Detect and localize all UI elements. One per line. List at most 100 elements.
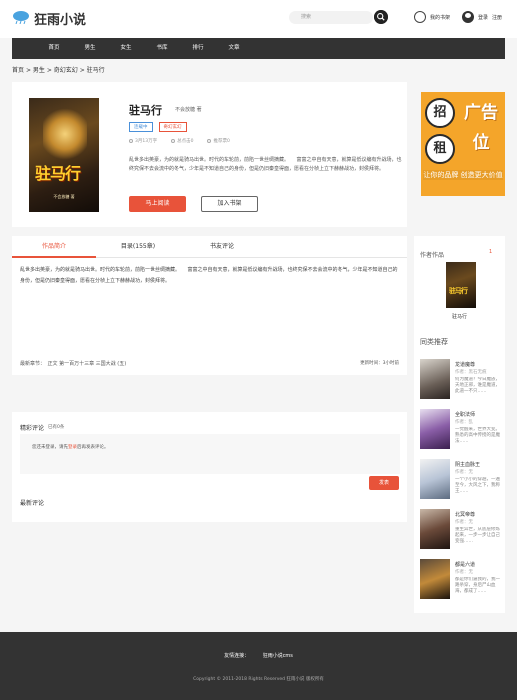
bookshelf-link[interactable]: 我的书架: [430, 14, 450, 21]
ad-slogan: 让你的品牌 创造更大价值: [423, 170, 503, 180]
cloud-icon[interactable]: [12, 10, 30, 24]
update-time: 更新时间：3小时前: [360, 361, 399, 366]
rec-cover[interactable]: [420, 459, 450, 499]
ad-char-1: 招: [425, 98, 455, 128]
tab-catalog[interactable]: 目录(155章): [96, 236, 180, 258]
author-works-panel: 作者作品 1 驻马行 驻马行: [414, 236, 505, 331]
comment-login-link[interactable]: 登录: [68, 445, 77, 450]
rec-cover[interactable]: [420, 409, 450, 449]
site-logo[interactable]: 狂雨小说: [34, 9, 86, 28]
breadcrumb: 首页 > 男生 > 奇幻玄幻 > 驻马行: [12, 65, 105, 74]
breadcrumb-category[interactable]: 奇幻玄幻: [54, 67, 78, 74]
book-author[interactable]: 不会放糖 著: [175, 106, 202, 113]
comments-section: 精彩评论 已有0条 您还未登录，请先登录后再发表评论。 发表 最新评论: [12, 412, 407, 522]
stat-votes: 推荐票0: [207, 138, 230, 144]
rec-item[interactable]: 阴主血脉王 作者：无 一个小小的穿越，一遍至今，大风之下，我称王……: [420, 459, 502, 503]
cover-author: 不会放糖 著: [53, 194, 75, 199]
nav-item-female[interactable]: 女生: [108, 38, 144, 59]
breadcrumb-separator: >: [25, 67, 31, 74]
search-input[interactable]: 搜索: [289, 11, 373, 24]
hint-suffix: 后再发表评论。: [77, 445, 109, 450]
book-stats: 3月13万字 总点击0 推荐票0: [129, 138, 230, 144]
footer-link[interactable]: 狂雨小说cms: [263, 653, 293, 659]
rec-desc: 何为魔道？今日魔族，天地正邪，谁是魔道，此道一不只……: [455, 377, 500, 394]
stat-text: 推荐票0: [213, 139, 230, 144]
latest-chapter-row: 最新章节： 正文 第一百万十三章 三国大战 (五) 更新时间：3小时前: [12, 352, 407, 374]
breadcrumb-section[interactable]: 男生: [33, 67, 45, 74]
cover-title: 驻马行: [35, 164, 81, 183]
rec-cover[interactable]: [420, 559, 450, 599]
comments-title: 精彩评论: [20, 425, 45, 432]
comments-hint: 您还未登录，请先登录后再发表评论。: [32, 444, 109, 450]
stat-word-count: 3月13万字: [129, 138, 157, 144]
rec-desc: 都是你们逼我的，我一路杀穿，身后尸山血海，都成了……: [455, 577, 500, 594]
rec-title[interactable]: 龙道魔尊: [455, 361, 475, 368]
rec-cover[interactable]: [420, 509, 450, 549]
rec-title[interactable]: 全职法师: [455, 411, 475, 418]
bookshelf-icon[interactable]: [414, 11, 426, 23]
book-intro-full: 乱世多出英豪，为的就是骑马出世。时代的车轮前，前陷一世丝绸摘藏。 富富之中自有天…: [20, 267, 398, 284]
rec-author: 作者：乱: [455, 420, 473, 425]
ad-headline: 广告位: [464, 103, 498, 153]
category-badge[interactable]: 奇幻玄幻: [158, 122, 187, 132]
author-book-cover[interactable]: 驻马行: [446, 262, 476, 308]
copyright: Copyright © 2011-2018 Rights Reserved 狂雨…: [193, 677, 324, 682]
read-now-button[interactable]: 马上阅读: [129, 196, 186, 212]
rec-desc: 一个小小的穿越，一遍至今，大风之下，我称王……: [455, 477, 500, 494]
breadcrumb-separator: >: [79, 67, 85, 74]
rec-title[interactable]: 都是六道: [455, 561, 475, 568]
latest-comments-title: 最新评论: [20, 500, 45, 507]
post-comment-button[interactable]: 发表: [369, 476, 399, 490]
search-icon[interactable]: [374, 10, 388, 24]
latest-chapter-link[interactable]: 最新章节： 正文 第一百万十三章 三国大战 (五): [20, 360, 126, 367]
rec-item[interactable]: 龙道魔尊 作者：黑石无痕 何为魔道？今日魔族，天地正邪，谁是魔道，此道一不只……: [420, 359, 502, 403]
hint-prefix: 您还未登录，请先: [32, 445, 68, 450]
nav-item-library[interactable]: 书库: [144, 38, 180, 59]
comments-count: 已有0条: [48, 425, 65, 430]
search-placeholder: 搜索: [301, 14, 312, 20]
rec-item[interactable]: 北冥帝尊 作者：无 重生异世，从底层修炼起来，一步一步让自己变强……: [420, 509, 502, 553]
book-cover[interactable]: 驻马行 不会放糖 著: [29, 98, 99, 212]
add-to-shelf-button[interactable]: 加入书架: [201, 196, 258, 212]
book-tags: 连载中 奇幻玄幻: [129, 122, 187, 132]
rec-author: 作者：无: [455, 470, 473, 475]
footer-links-label: 友情连接：: [224, 653, 250, 659]
ad-char-2: 租: [425, 134, 455, 164]
footer-links: 友情连接： 狂雨小说cms: [0, 652, 517, 659]
book-title: 驻马行: [129, 104, 162, 117]
login-link[interactable]: 登录: [478, 14, 488, 21]
recommendations-title: 同类推荐: [420, 338, 448, 346]
rec-author: 作者：黑石无痕: [455, 370, 487, 375]
rec-author: 作者：无: [455, 520, 473, 525]
nav-item-rank[interactable]: 排行: [180, 38, 216, 59]
rec-cover[interactable]: [420, 359, 450, 399]
circle-icon: [129, 139, 133, 143]
rec-title[interactable]: 阴主血脉王: [455, 461, 480, 468]
rec-item[interactable]: 都是六道 作者：无 都是你们逼我的，我一路杀穿，身后尸山血海，都成了……: [420, 559, 502, 603]
breadcrumb-separator: >: [46, 67, 52, 74]
rec-author: 作者：无: [455, 570, 473, 575]
stat-text: 总点击0: [177, 139, 194, 144]
register-link[interactable]: 注册: [492, 14, 502, 21]
recommendations-panel: 同类推荐 龙道魔尊 作者：黑石无痕 何为魔道？今日魔族，天地正邪，谁是魔道，此道…: [414, 331, 505, 613]
stat-clicks: 总点击0: [171, 138, 193, 144]
nav-item-home[interactable]: 首页: [36, 38, 72, 59]
status-badge: 连载中: [129, 122, 153, 132]
rec-title[interactable]: 北冥帝尊: [455, 511, 475, 518]
tab-reviews[interactable]: 书友评论: [180, 236, 264, 258]
tab-intro[interactable]: 作品简介: [12, 236, 96, 258]
author-works-title: 作者作品: [420, 252, 445, 259]
rec-desc: 重生异世，从底层修炼起来，一步一步让自己变强……: [455, 527, 500, 544]
nav-item-male[interactable]: 男生: [72, 38, 108, 59]
author-book-name[interactable]: 驻马行: [414, 313, 505, 320]
main-nav: 首页 男生 女生 书库 排行 文章: [12, 38, 505, 59]
breadcrumb-home[interactable]: 首页: [12, 67, 24, 74]
rec-desc: 一觉醒来，世界大变。熟悉的高中传授的是魔法……: [455, 427, 500, 444]
ad-banner[interactable]: 招 租 广告位 让你的品牌 创造更大价值: [421, 92, 505, 196]
user-area: 我的书架 登录 注册: [414, 10, 502, 24]
rec-item[interactable]: 全职法师 作者：乱 一觉醒来，世界大变。熟悉的高中传授的是魔法……: [420, 409, 502, 453]
comment-input[interactable]: 您还未登录，请先登录后再发表评论。: [20, 434, 400, 474]
user-icon[interactable]: [462, 11, 475, 23]
cover-art-glow: [43, 108, 87, 160]
nav-item-articles[interactable]: 文章: [216, 38, 252, 59]
